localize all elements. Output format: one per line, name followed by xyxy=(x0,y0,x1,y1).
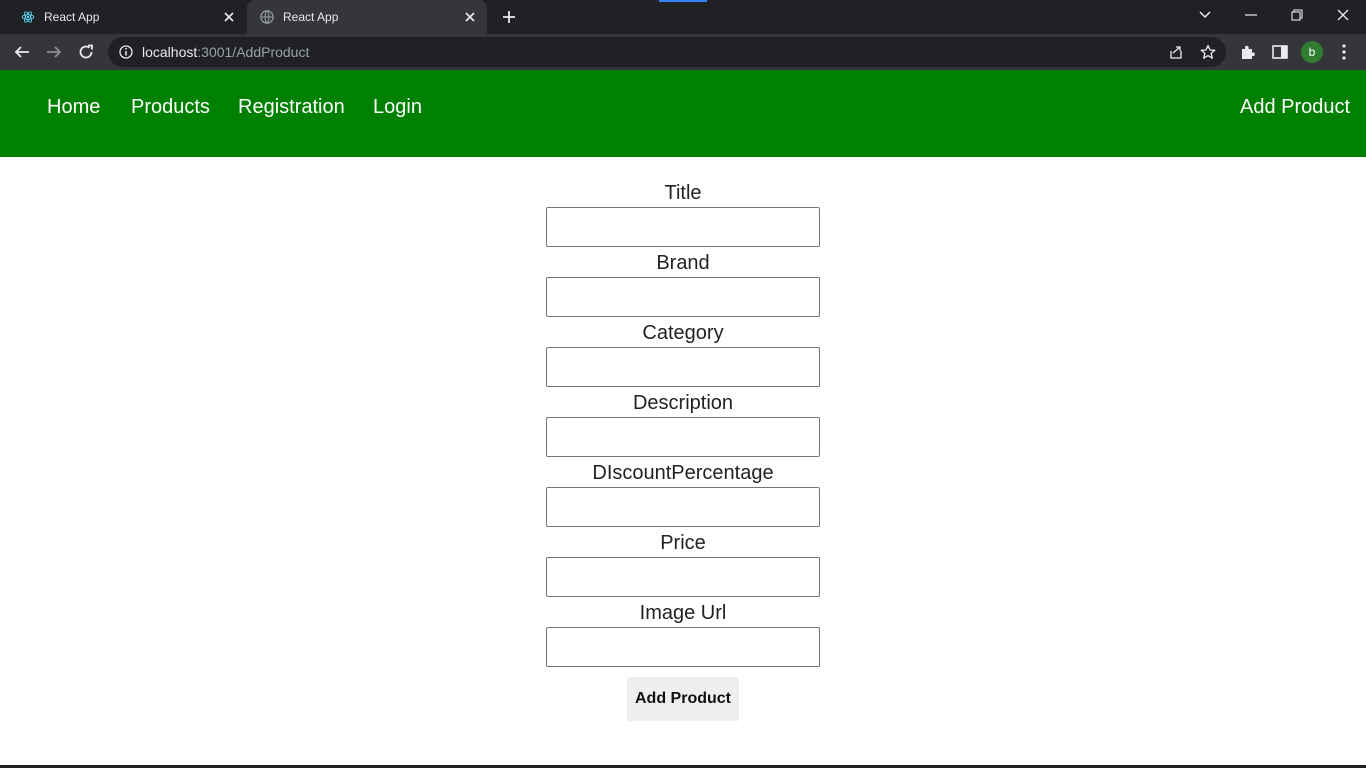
arrow-right-icon xyxy=(47,46,62,58)
react-logo-icon xyxy=(20,9,36,25)
add-product-button[interactable]: Add Product xyxy=(627,677,739,721)
info-icon[interactable] xyxy=(118,44,134,60)
tab-search-button[interactable] xyxy=(1182,0,1228,30)
side-panel-icon xyxy=(1272,45,1288,59)
avatar[interactable]: b xyxy=(1301,41,1323,63)
title-input[interactable] xyxy=(546,207,820,247)
close-icon[interactable] xyxy=(220,8,238,26)
nav-link-registration[interactable]: Registration xyxy=(238,96,345,119)
browser-menu-button[interactable] xyxy=(1330,38,1358,66)
reload-icon xyxy=(79,44,93,59)
browser-toolbar: localhost:3001/AddProduct b xyxy=(0,34,1366,70)
reload-button[interactable] xyxy=(72,38,100,66)
minimize-icon xyxy=(1245,14,1257,16)
close-window-button[interactable] xyxy=(1320,0,1366,30)
nav-link-home[interactable]: Home xyxy=(47,96,100,119)
extensions-button[interactable] xyxy=(1234,38,1262,66)
close-icon[interactable] xyxy=(461,8,479,26)
brand-label: Brand xyxy=(656,252,710,274)
browser-tab[interactable]: React App xyxy=(8,0,246,34)
category-label: Category xyxy=(642,322,724,344)
back-button[interactable] xyxy=(8,38,36,66)
image-url-label: Image Url xyxy=(639,602,727,624)
category-input[interactable] xyxy=(546,347,820,387)
minimize-button[interactable] xyxy=(1228,0,1274,30)
new-tab-button[interactable] xyxy=(498,6,520,28)
bookmark-star-icon[interactable] xyxy=(1198,42,1218,62)
discount-percentage-input[interactable] xyxy=(546,487,820,527)
nav-link-products[interactable]: Products xyxy=(131,96,210,119)
restore-icon xyxy=(1291,9,1303,21)
description-label: Description xyxy=(632,392,734,414)
window-accent-line xyxy=(659,0,707,2)
url-text[interactable]: localhost:3001/AddProduct xyxy=(142,44,309,60)
price-input[interactable] xyxy=(546,557,820,597)
forward-button[interactable] xyxy=(40,38,68,66)
close-icon xyxy=(1337,9,1349,21)
description-input[interactable] xyxy=(546,417,820,457)
tab-title: React App xyxy=(283,10,339,24)
plus-icon xyxy=(503,11,515,23)
price-label: Price xyxy=(660,532,706,554)
brand-input[interactable] xyxy=(546,277,820,317)
title-label: Title xyxy=(664,182,702,204)
nav-link-login[interactable]: Login xyxy=(373,96,422,119)
image-url-input[interactable] xyxy=(546,627,820,667)
tab-title: React App xyxy=(44,10,100,24)
discount-percentage-label: DIscountPercentage xyxy=(592,462,774,484)
share-icon[interactable] xyxy=(1166,42,1186,62)
address-bar[interactable]: localhost:3001/AddProduct xyxy=(108,37,1226,67)
nav-link-add-product[interactable]: Add Product xyxy=(1240,96,1350,119)
kebab-menu-icon xyxy=(1342,44,1346,60)
chevron-down-icon xyxy=(1199,11,1211,19)
restore-button[interactable] xyxy=(1274,0,1320,30)
browser-tab-strip: React App React App xyxy=(0,0,1366,34)
globe-icon xyxy=(259,9,275,25)
app-navbar: Home Products Registration Login Add Pro… xyxy=(0,70,1366,157)
url-path: :3001/AddProduct xyxy=(197,44,310,60)
puzzle-icon xyxy=(1242,45,1255,59)
arrow-left-icon xyxy=(14,46,29,58)
url-host: localhost xyxy=(142,44,198,60)
side-panel-button[interactable] xyxy=(1266,38,1294,66)
browser-tab-active[interactable]: React App xyxy=(247,0,487,34)
